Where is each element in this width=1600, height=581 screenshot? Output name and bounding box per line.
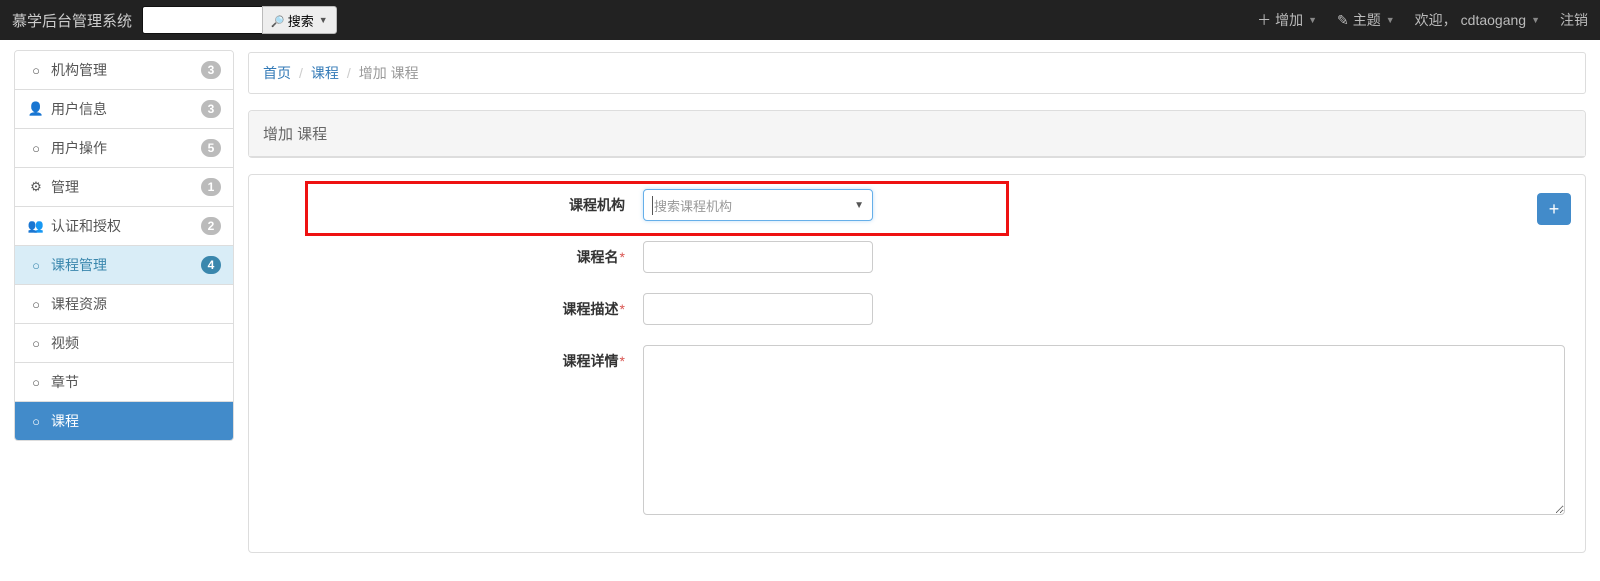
sidebar-badge: 5 <box>201 139 221 157</box>
nav-add-dropdown[interactable]: ＋ 增加 ▼ <box>1257 10 1317 30</box>
sidebar-icon: ○ <box>27 63 45 78</box>
add-inline-button[interactable]: + <box>1537 193 1571 225</box>
caret-down-icon: ▼ <box>319 15 328 25</box>
sidebar-item-label: 机构管理 <box>51 60 201 80</box>
breadcrumb-home[interactable]: 首页 <box>263 63 291 83</box>
nav-logout-label: 注销 <box>1560 10 1588 30</box>
nav-theme-dropdown[interactable]: ✎ 主题 ▼ <box>1337 10 1395 30</box>
required-icon: * <box>620 353 625 369</box>
sidebar-item-label: 课程管理 <box>51 255 201 275</box>
sidebar-item-label: 认证和授权 <box>51 216 201 236</box>
label-course-detail-text: 课程详情 <box>563 353 619 369</box>
sidebar-badge: 2 <box>201 217 221 235</box>
pencil-icon: ✎ <box>1337 12 1349 29</box>
nav-add-label: 增加 <box>1275 10 1303 30</box>
row-course-org: 课程机构 搜索课程机构 ▼ <box>263 189 1571 221</box>
search-button-label: 搜索 <box>288 11 314 30</box>
caret-down-icon: ▼ <box>1308 15 1317 25</box>
breadcrumb-current: 增加 课程 <box>359 63 419 83</box>
sidebar-item-3[interactable]: ⚙ 管理1 <box>15 167 233 206</box>
caret-down-icon: ▼ <box>1531 15 1540 25</box>
label-course-desc: 课程描述* <box>263 293 643 319</box>
sidebar-item-5[interactable]: ○ 课程管理4 <box>15 245 233 284</box>
form-panel: + 课程机构 搜索课程机构 ▼ 课程名* <box>248 174 1586 553</box>
sidebar-item-6[interactable]: ○ 课程资源 <box>15 284 233 323</box>
form-body: + 课程机构 搜索课程机构 ▼ 课程名* <box>249 175 1585 552</box>
required-icon: * <box>620 249 625 265</box>
label-course-org: 课程机构 <box>263 189 643 215</box>
caret-down-icon: ▼ <box>1386 15 1395 25</box>
sidebar-item-1[interactable]: 👤 用户信息3 <box>15 89 233 128</box>
caret-down-icon: ▼ <box>854 200 864 211</box>
sidebar-item-label: 课程资源 <box>51 294 221 314</box>
sidebar-icon: 👤 <box>27 101 45 117</box>
sidebar-badge: 3 <box>201 100 221 118</box>
search-button[interactable]: 搜索 ▼ <box>262 6 337 34</box>
sidebar-item-9[interactable]: ○ 课程 <box>15 401 233 440</box>
course-detail-textarea[interactable] <box>643 345 1565 515</box>
sidebar-badge: 3 <box>201 61 221 79</box>
label-course-desc-text: 课程描述 <box>563 301 619 317</box>
sidebar-item-label: 课程 <box>51 411 221 431</box>
sidebar-icon: ○ <box>27 258 45 273</box>
nav-logout[interactable]: 注销 <box>1560 10 1588 30</box>
row-course-desc: 课程描述* <box>263 293 1571 325</box>
sidebar-list: ○机构管理3👤用户信息3○用户操作5⚙管理1👥认证和授权2○课程管理4○课程资源… <box>14 50 234 441</box>
sidebar-badge: 1 <box>201 178 221 196</box>
sidebar-item-4[interactable]: 👥 认证和授权2 <box>15 206 233 245</box>
required-icon: * <box>620 301 625 317</box>
sidebar-item-7[interactable]: ○ 视频 <box>15 323 233 362</box>
sidebar: ○机构管理3👤用户信息3○用户操作5⚙管理1👥认证和授权2○课程管理4○课程资源… <box>0 40 244 451</box>
course-desc-input[interactable] <box>643 293 873 325</box>
label-course-name-text: 课程名 <box>577 249 619 265</box>
sidebar-item-label: 视频 <box>51 333 221 353</box>
welcome-prefix: 欢迎， <box>1415 10 1457 30</box>
sidebar-item-label: 管理 <box>51 177 201 197</box>
sidebar-item-label: 章节 <box>51 372 221 392</box>
username: cdtaogang <box>1461 12 1526 28</box>
sidebar-badge: 4 <box>201 256 221 274</box>
sidebar-icon: ○ <box>27 414 45 429</box>
top-navbar: 慕学后台管理系统 搜索 ▼ ＋ 增加 ▼ ✎ 主题 ▼ 欢迎， cdtaogan… <box>0 0 1600 40</box>
row-course-name: 课程名* <box>263 241 1571 273</box>
nav-right: ＋ 增加 ▼ ✎ 主题 ▼ 欢迎， cdtaogang ▼ 注销 <box>1257 10 1588 30</box>
sidebar-icon: ○ <box>27 297 45 312</box>
panel-title: 增加 课程 <box>249 111 1585 157</box>
plus-icon: ＋ <box>1257 10 1271 30</box>
sidebar-icon: ⚙ <box>27 179 45 195</box>
sidebar-item-2[interactable]: ○ 用户操作5 <box>15 128 233 167</box>
course-org-placeholder: 搜索课程机构 <box>652 196 732 215</box>
breadcrumb-sep: / <box>299 65 303 81</box>
course-name-input[interactable] <box>643 241 873 273</box>
search-icon <box>271 13 285 28</box>
panel-header-bar: 增加 课程 <box>248 110 1586 158</box>
search-input[interactable] <box>142 6 262 34</box>
row-course-detail: 课程详情* <box>263 345 1571 518</box>
brand-title: 慕学后台管理系统 <box>12 10 132 31</box>
main-content: 首页 / 课程 / 增加 课程 增加 课程 + 课程机构 搜索课程机构 <box>244 40 1600 581</box>
sidebar-item-0[interactable]: ○ 机构管理3 <box>15 51 233 89</box>
label-course-detail: 课程详情* <box>263 345 643 371</box>
breadcrumb-section[interactable]: 课程 <box>311 63 339 83</box>
sidebar-icon: ○ <box>27 141 45 156</box>
breadcrumb-sep: / <box>347 65 351 81</box>
breadcrumb: 首页 / 课程 / 增加 课程 <box>248 52 1586 94</box>
nav-user-dropdown[interactable]: 欢迎， cdtaogang ▼ <box>1415 10 1540 30</box>
label-course-org-text: 课程机构 <box>569 197 625 213</box>
sidebar-item-label: 用户操作 <box>51 138 201 158</box>
sidebar-item-8[interactable]: ○ 章节 <box>15 362 233 401</box>
nav-theme-label: 主题 <box>1353 10 1381 30</box>
sidebar-item-label: 用户信息 <box>51 99 201 119</box>
label-course-name: 课程名* <box>263 241 643 267</box>
course-org-select[interactable]: 搜索课程机构 ▼ <box>643 189 873 221</box>
sidebar-icon: ○ <box>27 375 45 390</box>
sidebar-icon: ○ <box>27 336 45 351</box>
sidebar-icon: 👥 <box>27 218 45 234</box>
global-search: 搜索 ▼ <box>142 6 337 34</box>
